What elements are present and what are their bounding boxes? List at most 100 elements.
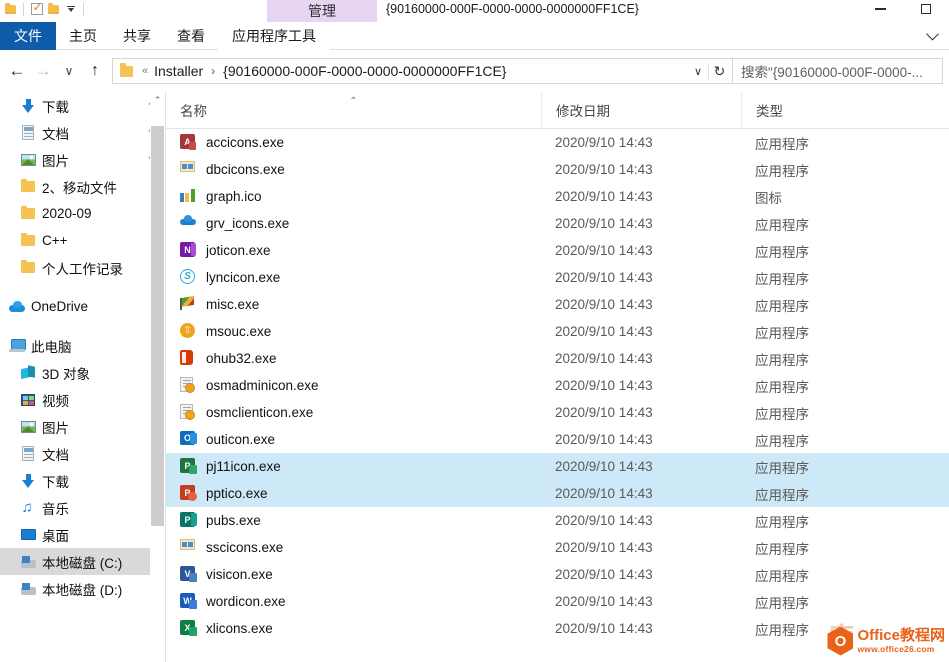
- sidebar-item-视频[interactable]: 视频: [0, 386, 165, 413]
- customize-quick-access-icon[interactable]: [62, 1, 79, 17]
- scrollbar-thumb[interactable]: [151, 126, 164, 526]
- file-type-cell: 应用程序: [755, 514, 809, 530]
- maximize-button[interactable]: [903, 0, 949, 18]
- minimize-button[interactable]: [857, 0, 903, 18]
- file-row[interactable]: Aaccicons.exe 2020/9/10 14:43 应用程序: [166, 129, 949, 156]
- file-type-cell: 应用程序: [755, 136, 809, 152]
- scroll-up-button[interactable]: ⌃: [150, 92, 165, 109]
- file-row[interactable]: sscicons.exe 2020/9/10 14:43 应用程序: [166, 534, 949, 561]
- column-header-type[interactable]: 类型: [741, 92, 926, 129]
- sidebar-item-c++[interactable]: C++: [0, 227, 165, 254]
- navigation-scrollbar[interactable]: ⌃: [150, 92, 165, 662]
- pictures-icon: [19, 418, 37, 436]
- back-button[interactable]: ←: [4, 58, 30, 84]
- navigation-bar: ← → ∨ ↑ « Installer › {90160000-000F-000…: [0, 50, 949, 92]
- sidebar-item-文档[interactable]: 文档✒: [0, 119, 165, 146]
- file-type-cell: 图标: [755, 190, 782, 206]
- sidebar-item-图片[interactable]: 图片✒: [0, 146, 165, 173]
- breadcrumb-overflow-icon[interactable]: «: [137, 65, 152, 77]
- download-icon: [19, 97, 37, 115]
- outlook-icon: O: [180, 431, 197, 448]
- file-type-cell: 应用程序: [755, 352, 809, 368]
- sidebar-item-下载[interactable]: 下载: [0, 467, 165, 494]
- tab-share[interactable]: 共享: [110, 22, 164, 50]
- file-date-cell: 2020/9/10 14:43: [555, 216, 653, 231]
- file-row[interactable]: Njoticon.exe 2020/9/10 14:43 应用程序: [166, 237, 949, 264]
- sidebar-item-onedrive[interactable]: OneDrive: [0, 293, 165, 320]
- new-folder-icon[interactable]: [45, 1, 62, 17]
- sidebar-item-下载[interactable]: 下载✒: [0, 92, 165, 119]
- file-row[interactable]: Ppptico.exe 2020/9/10 14:43 应用程序: [166, 480, 949, 507]
- dbcicons-icon: [180, 539, 197, 556]
- forward-button[interactable]: →: [30, 58, 56, 84]
- file-row[interactable]: osmadminicon.exe 2020/9/10 14:43 应用程序: [166, 372, 949, 399]
- file-name-label: ohub32.exe: [206, 351, 277, 366]
- file-type-cell: 应用程序: [755, 541, 809, 557]
- file-row[interactable]: Xxlicons.exe 2020/9/10 14:43 应用程序: [166, 615, 949, 642]
- column-header-date[interactable]: 修改日期: [541, 92, 741, 129]
- file-type-cell: 应用程序: [755, 325, 809, 341]
- file-explorer-window: {90160000-000F-0000-0000-0000000FF1CE} 管…: [0, 0, 949, 662]
- pictures-icon: [19, 151, 37, 169]
- file-row[interactable]: grv_icons.exe 2020/9/10 14:43 应用程序: [166, 210, 949, 237]
- chevron-down-icon[interactable]: ∨: [688, 65, 708, 78]
- file-row[interactable]: Ppubs.exe 2020/9/10 14:43 应用程序: [166, 507, 949, 534]
- sort-ascending-icon: ⌃: [349, 95, 358, 107]
- file-row[interactable]: osmclienticon.exe 2020/9/10 14:43 应用程序: [166, 399, 949, 426]
- sidebar-item-图片[interactable]: 图片: [0, 413, 165, 440]
- file-name-label: wordicon.exe: [206, 594, 286, 609]
- sidebar-item-文档[interactable]: 文档: [0, 440, 165, 467]
- file-type-cell: 应用程序: [755, 244, 809, 260]
- file-row[interactable]: ⇧ msouc.exe 2020/9/10 14:43 应用程序: [166, 318, 949, 345]
- ribbon-tab-bar: 文件 主页 共享 查看 应用程序工具: [0, 22, 949, 50]
- address-bar[interactable]: « Installer › {90160000-000F-0000-0000-0…: [112, 58, 733, 84]
- file-row[interactable]: misc.exe 2020/9/10 14:43 应用程序: [166, 291, 949, 318]
- sidebar-item-3d-对象[interactable]: 3D 对象: [0, 359, 165, 386]
- file-row[interactable]: Wwordicon.exe 2020/9/10 14:43 应用程序: [166, 588, 949, 615]
- file-name-cell: misc.exe: [166, 296, 541, 313]
- tab-home[interactable]: 主页: [56, 22, 110, 50]
- file-row[interactable]: Vvisicon.exe 2020/9/10 14:43 应用程序: [166, 561, 949, 588]
- sidebar-item-桌面[interactable]: 桌面: [0, 521, 165, 548]
- up-button[interactable]: ↑: [82, 58, 108, 84]
- sidebar-item-本地磁盘-(c:)[interactable]: 本地磁盘 (C:): [0, 548, 165, 575]
- file-row[interactable]: ohub32.exe 2020/9/10 14:43 应用程序: [166, 345, 949, 372]
- sidebar-item-2020-09[interactable]: 2020-09: [0, 200, 165, 227]
- file-row[interactable]: graph.ico 2020/9/10 14:43 图标: [166, 183, 949, 210]
- tab-view[interactable]: 查看: [164, 22, 218, 50]
- folder-icon[interactable]: [2, 1, 19, 17]
- file-date-cell: 2020/9/10 14:43: [555, 459, 653, 474]
- properties-checkbox-icon[interactable]: [28, 0, 45, 17]
- file-type-cell: 应用程序: [755, 379, 809, 395]
- column-header-row: 名称 ⌃ 修改日期 类型: [166, 92, 949, 129]
- sidebar-item-label: 本地磁盘 (D:): [42, 582, 123, 598]
- breadcrumb-item-installer[interactable]: Installer: [152, 63, 205, 79]
- tab-application-tools[interactable]: 应用程序工具: [218, 22, 330, 50]
- sidebar-item-2、移动文件[interactable]: 2、移动文件: [0, 173, 165, 200]
- sidebar-item-音乐[interactable]: ♫ 音乐: [0, 494, 165, 521]
- sidebar-item-个人工作记录[interactable]: 个人工作记录: [0, 254, 165, 281]
- file-type-cell: 应用程序: [755, 487, 809, 503]
- skype-lync-icon: S: [180, 269, 197, 286]
- file-name-cell: graph.ico: [166, 188, 541, 205]
- file-row[interactable]: Ppj11icon.exe 2020/9/10 14:43 应用程序: [166, 453, 949, 480]
- file-name-label: msouc.exe: [206, 324, 272, 339]
- tab-file[interactable]: 文件: [0, 22, 56, 50]
- column-header-name[interactable]: 名称 ⌃: [166, 92, 541, 129]
- folder-icon: [19, 205, 37, 223]
- search-input[interactable]: 搜索"{90160000-000F-0000-...: [733, 58, 943, 84]
- column-header-name-label: 名称: [180, 104, 207, 119]
- file-date-cell: 2020/9/10 14:43: [555, 405, 653, 420]
- breadcrumb-item-guid[interactable]: {90160000-000F-0000-0000-0000000FF1CE}: [221, 63, 508, 79]
- sidebar-item-本地磁盘-(d:)[interactable]: 本地磁盘 (D:): [0, 575, 165, 602]
- file-row[interactable]: Oouticon.exe 2020/9/10 14:43 应用程序: [166, 426, 949, 453]
- refresh-icon[interactable]: ↻: [708, 62, 730, 80]
- file-row[interactable]: Slyncicon.exe 2020/9/10 14:43 应用程序: [166, 264, 949, 291]
- file-list-pane: 名称 ⌃ 修改日期 类型 Aaccicons.exe 2020/9/10 14:4…: [166, 92, 949, 662]
- sidebar-item-此电脑[interactable]: 此电脑: [0, 332, 165, 359]
- sidebar-item-label: 图片: [42, 153, 69, 169]
- recent-locations-button[interactable]: ∨: [56, 58, 82, 84]
- file-row[interactable]: dbcicons.exe 2020/9/10 14:43 应用程序: [166, 156, 949, 183]
- collapse-ribbon-icon[interactable]: [915, 22, 949, 49]
- breadcrumb-separator[interactable]: ›: [205, 64, 221, 78]
